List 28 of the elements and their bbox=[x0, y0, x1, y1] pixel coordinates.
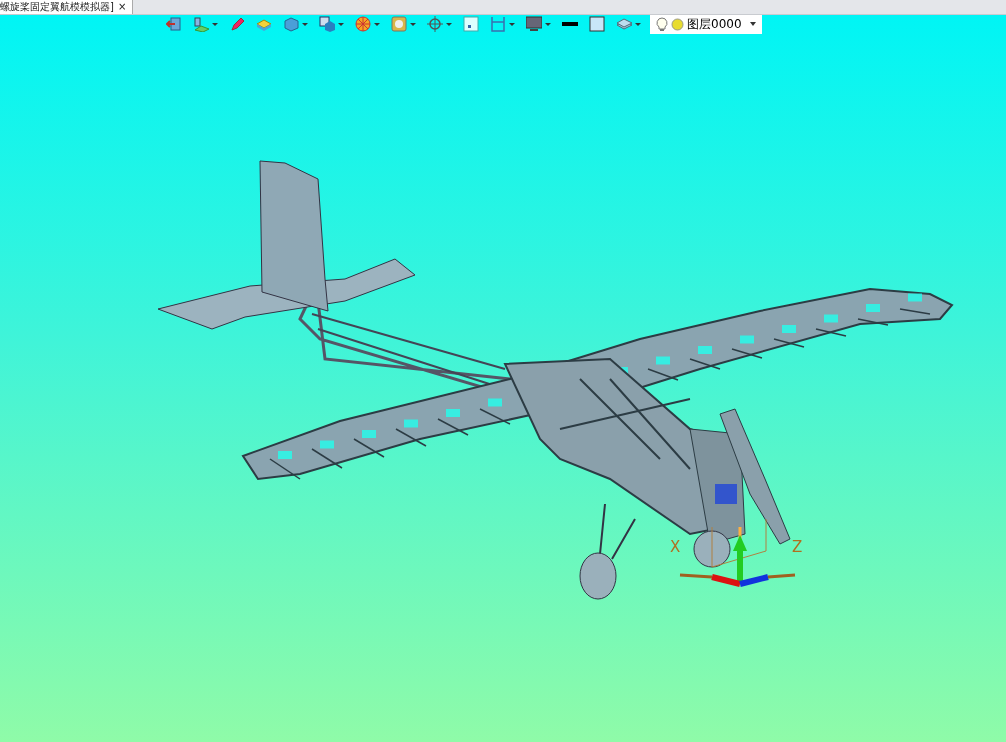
dropdown-caret-icon[interactable] bbox=[545, 22, 551, 26]
sphere-icon bbox=[355, 16, 371, 32]
square-icon bbox=[463, 16, 479, 32]
monitor-icon bbox=[526, 16, 542, 32]
dropdown-caret-icon[interactable] bbox=[509, 22, 515, 26]
close-icon[interactable]: × bbox=[117, 1, 127, 13]
toolbar-button[interactable] bbox=[524, 15, 553, 34]
layer-dropdown[interactable]: 图层0000 bbox=[650, 15, 762, 34]
dropdown-caret-icon[interactable] bbox=[212, 22, 218, 26]
layers-icon bbox=[616, 16, 632, 32]
document-tab[interactable]: 螺旋桨固定翼航模模拟器] × bbox=[0, 0, 134, 14]
dropdown-caret-icon[interactable] bbox=[410, 22, 416, 26]
dropdown-caret-icon[interactable] bbox=[302, 22, 308, 26]
exit-icon bbox=[166, 16, 182, 32]
dropdown-caret-icon[interactable] bbox=[635, 22, 641, 26]
dropdown-caret-icon[interactable] bbox=[338, 22, 344, 26]
crosshair-icon bbox=[427, 16, 443, 32]
dropdown-caret-icon[interactable] bbox=[446, 22, 452, 26]
x-axis-label: X bbox=[670, 538, 681, 556]
view-icon bbox=[319, 16, 335, 32]
fill-color-icon bbox=[589, 16, 605, 32]
sketch-icon bbox=[193, 16, 209, 32]
dropdown-caret-icon[interactable] bbox=[374, 22, 380, 26]
z-axis-label: Z bbox=[792, 538, 803, 556]
circle-icon bbox=[671, 17, 684, 31]
light-bulb-icon bbox=[656, 16, 668, 32]
caret-icon bbox=[750, 22, 756, 26]
frame-icon bbox=[490, 16, 506, 32]
